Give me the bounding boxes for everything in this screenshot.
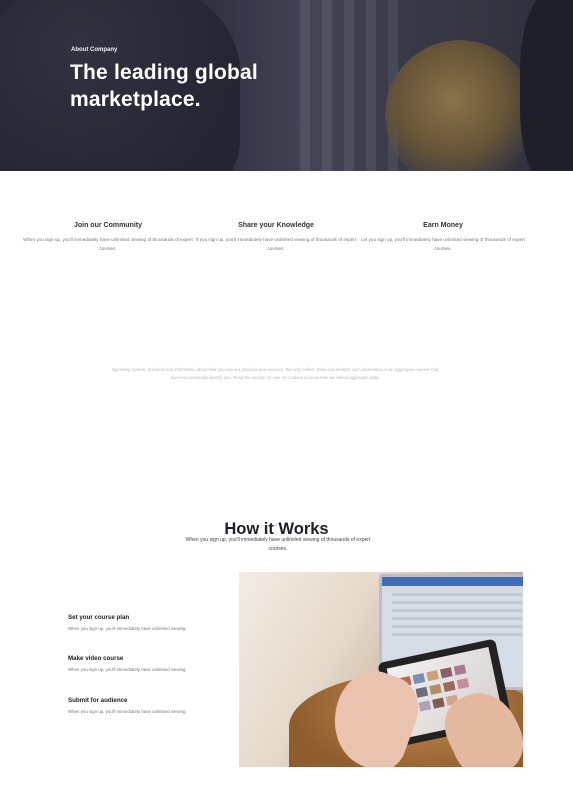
step-description: When you sign up, you'll immediately hav…	[68, 626, 187, 631]
step-title: Set your course plan	[68, 614, 130, 621]
step-description: When you sign up, you'll immediately hav…	[68, 709, 187, 714]
laptop-screen-header	[382, 577, 523, 586]
section-subtitle: When you sign up, you'll immediately hav…	[185, 537, 371, 552]
tablet-tile	[426, 670, 439, 682]
hero-eyebrow: About Company	[71, 47, 118, 53]
laptop-screen-row	[392, 625, 523, 628]
laptop-screen-row	[392, 633, 523, 636]
feature-join-community: Join our Community When you sign up, you…	[23, 222, 193, 253]
feature-description: If you sign up, you'll immediately have …	[195, 237, 357, 251]
feature-earn-money: Earn Money Let you sign up, you'll immed…	[358, 222, 528, 253]
info-paragraph: Operating system, and technical informat…	[111, 367, 439, 381]
tablet-photo	[239, 572, 523, 767]
tablet-tile	[415, 686, 429, 698]
tablet-tile	[412, 673, 426, 685]
tablet-tile	[442, 680, 456, 693]
step-description: When you sign up, you'll immediately hav…	[68, 667, 187, 672]
feature-title: Join our Community	[73, 222, 143, 229]
step-title: Submit for audience	[68, 697, 128, 704]
feature-share-knowledge: Share your Knowledge If you sign up, you…	[191, 222, 361, 253]
step-make-video-course: Make video course When you sign up, you'…	[68, 655, 188, 674]
feature-title: Share your Knowledge	[238, 222, 314, 229]
feature-title: Earn Money	[423, 222, 463, 229]
laptop-screen-row	[392, 593, 523, 596]
tablet-tile	[453, 664, 467, 676]
tablet-tile	[418, 700, 432, 712]
tablet-tile	[456, 678, 470, 690]
tablet-tile	[432, 697, 445, 709]
feature-description: When you sign up, you'll immediately hav…	[23, 237, 193, 251]
tablet-tile	[429, 683, 442, 695]
step-set-course-plan: Set your course plan When you sign up, y…	[68, 614, 188, 633]
step-submit-for-audience: Submit for audience When you sign up, yo…	[68, 697, 188, 716]
tablet-tile	[440, 667, 453, 679]
hero-title: The leading global marketplace.	[70, 61, 258, 111]
step-title: Make video course	[68, 655, 124, 662]
hero-banner: About Company The leading global marketp…	[0, 0, 573, 171]
laptop-screen-row	[392, 617, 523, 620]
feature-description: Let you sign up, you'll immediately have…	[360, 237, 526, 251]
laptop-screen-row	[392, 609, 523, 612]
laptop-screen-row	[392, 601, 523, 604]
